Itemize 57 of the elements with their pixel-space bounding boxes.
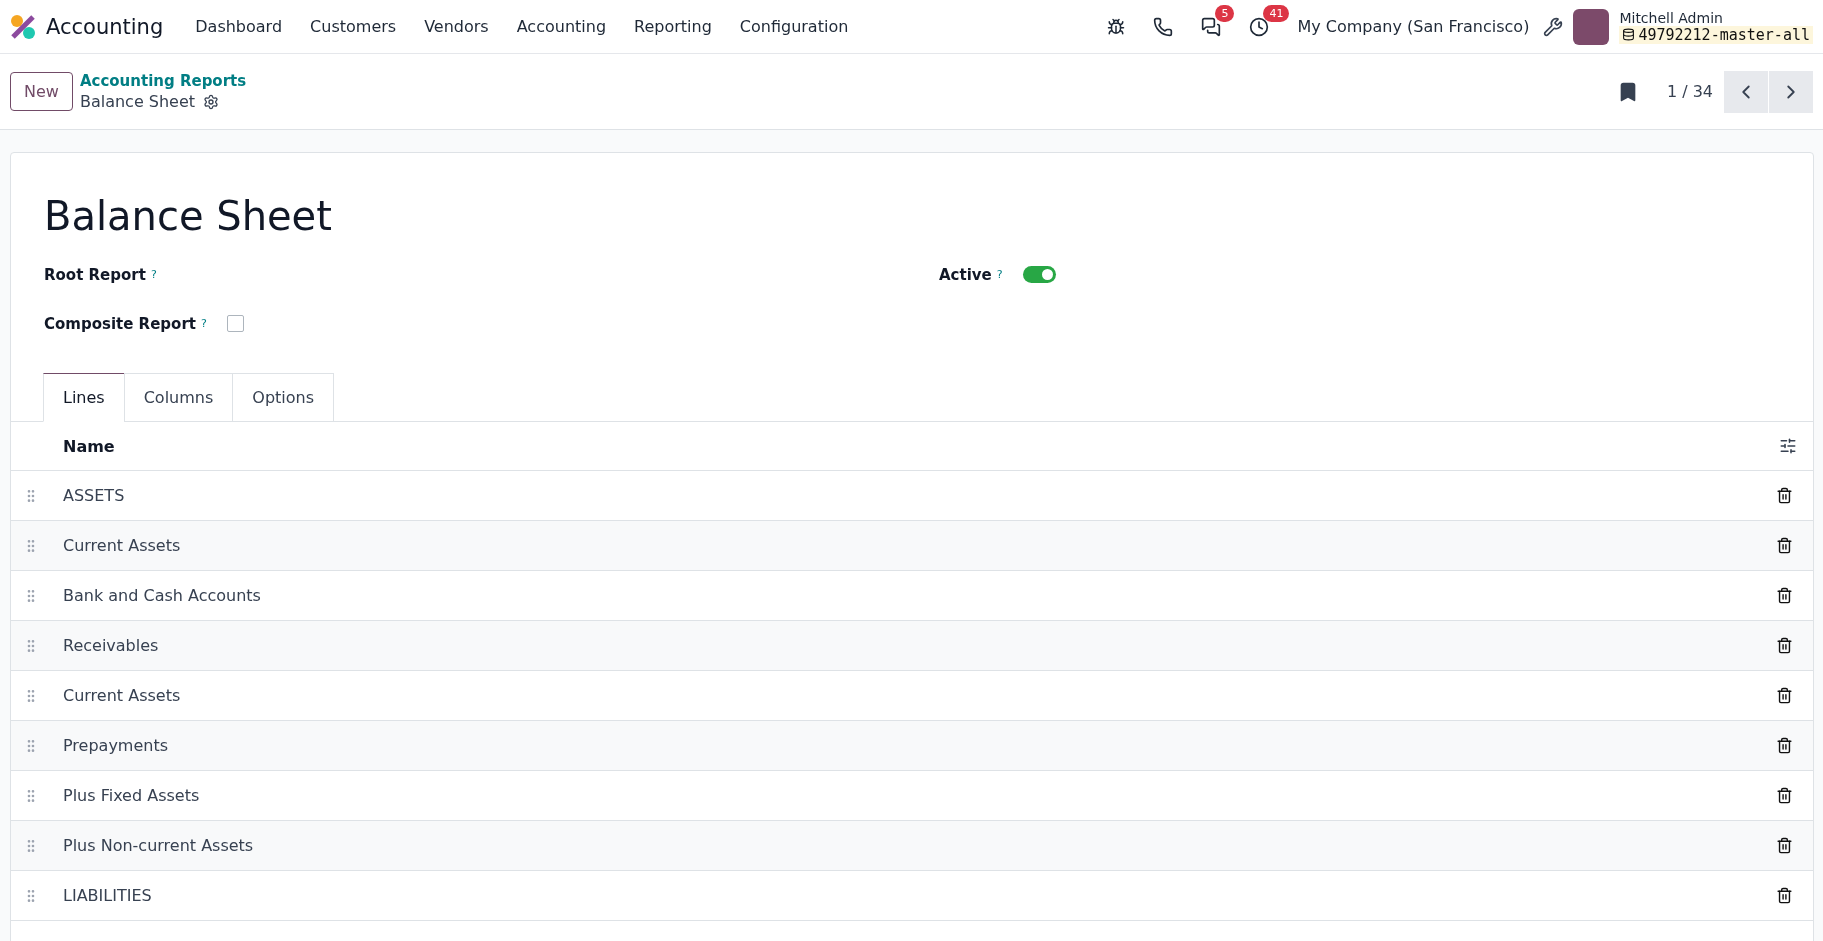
menu-item[interactable]: Reporting: [620, 17, 726, 36]
phone-icon[interactable]: [1153, 16, 1174, 37]
table-cell-text: Plus Fixed Assets: [63, 786, 201, 805]
table-cell-text: Bank and Cash Accounts: [63, 586, 262, 605]
table-cell-text: Plus Non-current Assets: [63, 836, 255, 855]
activities-count: 41: [1263, 4, 1290, 22]
active-toggle[interactable]: [1022, 266, 1056, 283]
field-label: Composite Report: [44, 314, 196, 333]
user-avatar[interactable]: [1573, 8, 1610, 45]
menu-item[interactable]: Dashboard: [181, 17, 297, 36]
menu-item[interactable]: Configuration: [725, 17, 863, 36]
settings-icon[interactable]: [203, 93, 220, 110]
field-label: Active: [939, 265, 992, 284]
menu-item[interactable]: Accounting: [502, 17, 621, 36]
table-cell-text: Current Assets: [63, 536, 182, 555]
database-icon: [1622, 28, 1636, 41]
delete-icon[interactable]: [1776, 487, 1793, 504]
bug-icon[interactable]: [1107, 17, 1126, 36]
app-logo-icon[interactable]: [10, 13, 36, 40]
messages-count: 5: [1215, 4, 1235, 22]
delete-icon[interactable]: [1776, 537, 1793, 554]
table-cell-text: ASSETS: [63, 486, 126, 505]
pager-value[interactable]: 1 / 34: [1666, 82, 1713, 101]
report-title: Balance Sheet: [44, 193, 333, 239]
table-cell-text: Receivables: [63, 636, 160, 655]
tab[interactable]: Lines: [43, 373, 125, 422]
help-tooltip[interactable]: ?: [200, 317, 207, 330]
menu-item[interactable]: Customers: [296, 17, 411, 36]
help-tooltip[interactable]: ?: [996, 268, 1003, 281]
table-cell-text: LIABILITIES: [63, 886, 153, 905]
delete-icon[interactable]: [1776, 837, 1793, 854]
app-name[interactable]: Accounting: [46, 14, 164, 39]
clock-icon[interactable]: [1249, 16, 1270, 37]
database-name: 49792212-master-all: [1619, 25, 1813, 44]
delete-icon[interactable]: [1776, 887, 1793, 904]
breadcrumb-link[interactable]: Accounting Reports: [79, 72, 247, 90]
column-header[interactable]: Name: [63, 436, 1779, 456]
help-tooltip[interactable]: ?: [150, 268, 157, 281]
user-name[interactable]: Mitchell Admin: [1619, 9, 1813, 26]
tools-icon[interactable]: [1543, 16, 1564, 37]
field-label: Root Report: [44, 265, 146, 284]
column-settings-icon[interactable]: [1779, 437, 1797, 455]
menu-item[interactable]: Vendors: [410, 17, 503, 36]
delete-icon[interactable]: [1776, 687, 1793, 704]
delete-icon[interactable]: [1776, 587, 1793, 604]
chat-icon[interactable]: [1201, 16, 1222, 37]
company-switcher[interactable]: My Company (San Francisco): [1297, 17, 1530, 36]
table-cell-text: Prepayments: [63, 736, 170, 755]
new-button[interactable]: New: [10, 72, 73, 111]
table-cell-text: Current Assets: [63, 686, 182, 705]
tab[interactable]: Options: [232, 373, 335, 422]
delete-icon[interactable]: [1776, 787, 1793, 804]
checkbox[interactable]: [226, 315, 244, 332]
breadcrumb-current: Balance Sheet: [79, 92, 196, 111]
delete-icon[interactable]: [1776, 737, 1793, 754]
tab[interactable]: Columns: [123, 373, 234, 422]
delete-icon[interactable]: [1776, 637, 1793, 654]
